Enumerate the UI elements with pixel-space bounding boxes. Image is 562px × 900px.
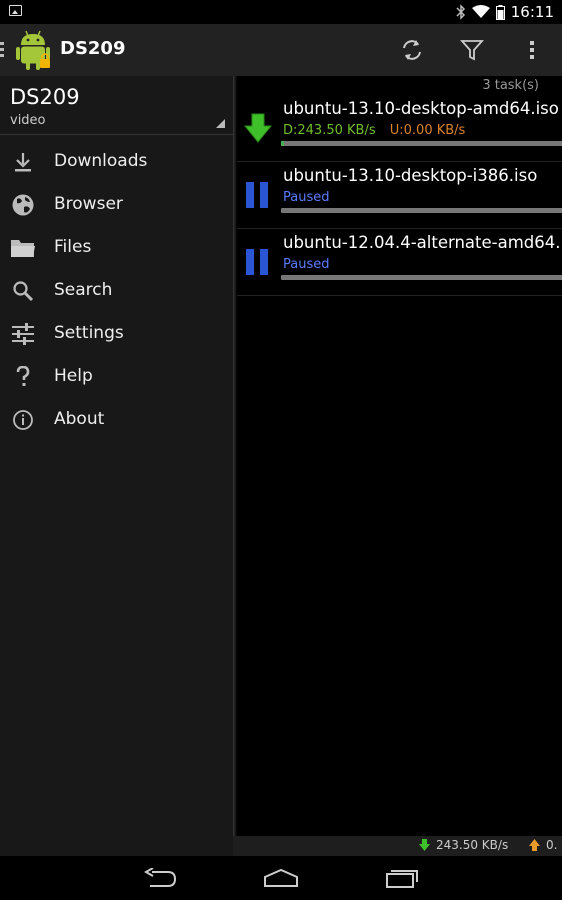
notification-image-icon <box>9 5 22 16</box>
home-icon <box>264 868 298 887</box>
total-speed-bar: 243.50 KB/s 0. <box>233 836 562 856</box>
drawer-item-settings[interactable]: Settings <box>0 312 233 355</box>
task-list: 3 task(s) ubuntu-13.10-desktop-amd64.iso… <box>237 76 562 856</box>
filter-button[interactable] <box>444 24 500 76</box>
back-icon <box>144 868 177 887</box>
task-name: ubuntu-13.10-desktop-i386.iso <box>283 166 538 185</box>
task-name: ubuntu-13.10-desktop-amd64.iso <box>283 99 559 118</box>
drawer-indicator-icon[interactable] <box>0 42 5 58</box>
drawer-item-search[interactable]: Search <box>0 269 233 312</box>
folder-icon <box>10 235 36 261</box>
bluetooth-icon <box>456 4 465 20</box>
task-status: Paused <box>283 190 330 205</box>
download-speed: D:243.50 KB/s <box>283 123 376 138</box>
spinner-indicator-icon <box>216 119 225 128</box>
drawer-item-label: Help <box>54 366 93 386</box>
task-speed: D:243.50 KB/s U:0.00 KB/s <box>283 123 465 138</box>
total-download: 243.50 KB/s <box>419 838 508 852</box>
task-name: ubuntu-12.04.4-alternate-amd64.iso <box>283 233 562 252</box>
drawer-item-browser[interactable]: Browser <box>0 183 233 226</box>
task-progress-bar <box>281 275 562 280</box>
drawer-item-label: Settings <box>54 323 124 343</box>
status-icons: 16:11 <box>456 0 554 24</box>
sliders-icon <box>10 321 36 347</box>
search-icon <box>10 278 36 304</box>
wifi-icon <box>471 5 490 18</box>
battery-icon <box>495 4 505 20</box>
total-upload: 0. <box>529 838 557 852</box>
upload-arrow-icon <box>529 839 540 851</box>
downloading-arrow-icon <box>243 113 273 143</box>
navigation-drawer: DS209 video Downloads Browser Files Sear… <box>0 76 233 856</box>
help-icon <box>10 364 36 390</box>
total-download-speed: 243.50 KB/s <box>436 838 509 852</box>
info-icon <box>10 407 36 433</box>
task-row-2[interactable]: ubuntu-12.04.4-alternate-amd64.iso Pause… <box>237 228 562 296</box>
action-bar: DS209 <box>0 24 562 76</box>
drawer-item-help[interactable]: Help <box>0 355 233 398</box>
upload-speed: U:0.00 KB/s <box>389 123 466 138</box>
download-arrow-icon <box>419 839 430 851</box>
task-progress-bar <box>281 208 562 213</box>
system-navigation-bar <box>0 856 562 900</box>
more-vertical-icon <box>530 41 534 59</box>
account-name: DS209 <box>10 85 80 109</box>
task-progress-bar <box>281 141 562 146</box>
drawer-item-about[interactable]: About <box>0 398 233 441</box>
task-status: Paused <box>283 257 330 272</box>
app-title: DS209 <box>60 38 126 59</box>
clock: 16:11 <box>510 3 554 21</box>
task-row-0[interactable]: ubuntu-13.10-desktop-amd64.iso D:243.50 … <box>237 94 562 162</box>
recents-icon <box>386 870 418 888</box>
task-row-1[interactable]: ubuntu-13.10-desktop-i386.iso Paused <box>237 161 562 229</box>
account-subtitle: video <box>10 113 46 128</box>
pause-icon <box>246 249 268 275</box>
overflow-menu-button[interactable] <box>504 24 560 76</box>
android-app-icon[interactable] <box>15 28 53 72</box>
pause-icon <box>246 182 268 208</box>
refresh-button[interactable] <box>384 24 440 76</box>
account-selector[interactable]: DS209 video <box>0 76 233 135</box>
refresh-icon <box>403 40 421 60</box>
recents-button[interactable] <box>372 862 432 894</box>
task-progress-fill <box>281 141 284 146</box>
drawer-item-label: Search <box>54 280 113 300</box>
filter-icon <box>460 40 484 61</box>
task-count: 3 task(s) <box>482 78 539 93</box>
drawer-item-downloads[interactable]: Downloads <box>0 140 233 183</box>
drawer-item-label: Files <box>54 237 92 257</box>
back-button[interactable] <box>131 862 191 894</box>
drawer-item-files[interactable]: Files <box>0 226 233 269</box>
drawer-item-label: About <box>54 409 105 429</box>
drawer-item-label: Downloads <box>54 151 148 171</box>
drawer-item-label: Browser <box>54 194 123 214</box>
globe-icon <box>10 192 36 218</box>
download-icon <box>10 149 36 175</box>
status-bar: 16:11 <box>0 0 562 24</box>
total-upload-speed: 0. <box>546 838 558 852</box>
home-button[interactable] <box>251 862 311 894</box>
